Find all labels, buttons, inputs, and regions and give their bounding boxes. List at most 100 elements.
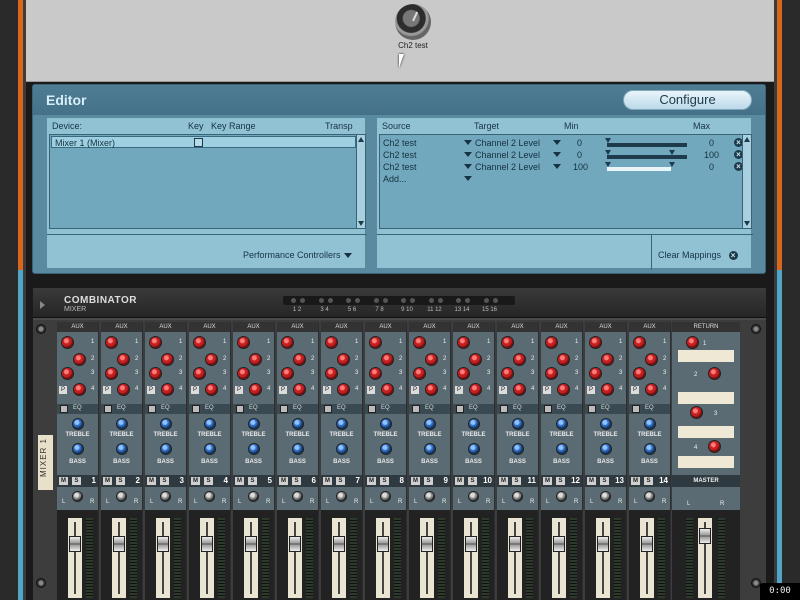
aux-send-knob[interactable] xyxy=(513,383,526,396)
eq-enable-button[interactable] xyxy=(148,405,156,413)
treble-knob[interactable] xyxy=(116,418,128,430)
source-dropdown-icon[interactable] xyxy=(464,152,472,157)
aux-pre-button[interactable]: P xyxy=(543,386,551,394)
mute-button[interactable]: M xyxy=(323,477,332,485)
bass-knob[interactable] xyxy=(336,443,348,455)
level-fader-track[interactable] xyxy=(332,518,346,598)
max-marker-icon[interactable] xyxy=(669,150,675,155)
level-fader-handle[interactable] xyxy=(377,536,389,552)
aux-send-knob[interactable] xyxy=(205,353,218,366)
aux-send-knob[interactable] xyxy=(369,336,382,349)
aux-send-knob[interactable] xyxy=(413,367,426,380)
mute-button[interactable]: M xyxy=(499,477,508,485)
solo-button[interactable]: S xyxy=(72,477,81,485)
aux-send-knob[interactable] xyxy=(205,383,218,396)
mute-button[interactable]: M xyxy=(103,477,112,485)
aux-send-knob[interactable] xyxy=(161,383,174,396)
level-fader-track[interactable] xyxy=(112,518,126,598)
level-fader-track[interactable] xyxy=(508,518,522,598)
treble-knob[interactable] xyxy=(160,418,172,430)
eq-enable-button[interactable] xyxy=(280,405,288,413)
bass-knob[interactable] xyxy=(116,443,128,455)
treble-knob[interactable] xyxy=(468,418,480,430)
aux-send-knob[interactable] xyxy=(601,353,614,366)
aux-send-knob[interactable] xyxy=(325,367,338,380)
aux-send-knob[interactable] xyxy=(645,383,658,396)
target-dropdown-icon[interactable] xyxy=(553,140,561,145)
aux-send-knob[interactable] xyxy=(457,367,470,380)
aux-pre-button[interactable]: P xyxy=(103,386,111,394)
aux-send-knob[interactable] xyxy=(337,353,350,366)
aux-send-knob[interactable] xyxy=(293,353,306,366)
aux-pre-button[interactable]: P xyxy=(499,386,507,394)
pan-knob[interactable] xyxy=(292,491,303,502)
level-fader-track[interactable] xyxy=(200,518,214,598)
aux-send-knob[interactable] xyxy=(193,367,206,380)
mapping-row[interactable]: Ch2 test Channel 2 Level 100 0 × xyxy=(383,161,743,173)
treble-knob[interactable] xyxy=(336,418,348,430)
pan-knob[interactable] xyxy=(380,491,391,502)
return-2-knob[interactable] xyxy=(708,367,721,380)
level-fader-handle[interactable] xyxy=(113,536,125,552)
aux-pre-button[interactable]: P xyxy=(455,386,463,394)
mapping-source[interactable]: Ch2 test xyxy=(383,161,417,173)
treble-knob[interactable] xyxy=(644,418,656,430)
level-fader-handle[interactable] xyxy=(509,536,521,552)
eq-enable-button[interactable] xyxy=(456,405,464,413)
solo-button[interactable]: S xyxy=(292,477,301,485)
level-fader-handle[interactable] xyxy=(201,536,213,552)
bass-knob[interactable] xyxy=(644,443,656,455)
bass-knob[interactable] xyxy=(248,443,260,455)
level-fader-handle[interactable] xyxy=(421,536,433,552)
pan-knob[interactable] xyxy=(512,491,523,502)
aux-send-knob[interactable] xyxy=(249,383,262,396)
aux-send-knob[interactable] xyxy=(557,383,570,396)
pan-knob[interactable] xyxy=(116,491,127,502)
pan-knob[interactable] xyxy=(600,491,611,502)
device-list[interactable]: Mixer 1 (Mixer) xyxy=(49,134,366,229)
aux-pre-button[interactable]: P xyxy=(323,386,331,394)
aux-send-knob[interactable] xyxy=(73,383,86,396)
mapping-list-scrollbar[interactable] xyxy=(742,135,751,228)
level-fader-track[interactable] xyxy=(288,518,302,598)
mapping-target[interactable]: Channel 2 Level xyxy=(475,149,540,161)
aux-send-knob[interactable] xyxy=(633,367,646,380)
aux-pre-button[interactable]: P xyxy=(631,386,639,394)
solo-button[interactable]: S xyxy=(556,477,565,485)
aux-pre-button[interactable]: P xyxy=(235,386,243,394)
mute-button[interactable]: M xyxy=(147,477,156,485)
return-4-knob[interactable] xyxy=(708,440,721,453)
solo-button[interactable]: S xyxy=(116,477,125,485)
bass-knob[interactable] xyxy=(600,443,612,455)
aux-send-knob[interactable] xyxy=(337,383,350,396)
add-dropdown-icon[interactable] xyxy=(464,176,472,181)
eq-enable-button[interactable] xyxy=(500,405,508,413)
aux-send-knob[interactable] xyxy=(633,336,646,349)
level-fader-handle[interactable] xyxy=(245,536,257,552)
device-row-mixer-1[interactable]: Mixer 1 (Mixer) xyxy=(51,136,356,148)
treble-knob[interactable] xyxy=(72,418,84,430)
solo-button[interactable]: S xyxy=(468,477,477,485)
aux-send-knob[interactable] xyxy=(117,383,130,396)
mute-button[interactable]: M xyxy=(279,477,288,485)
max-marker-icon[interactable] xyxy=(669,162,675,167)
aux-send-knob[interactable] xyxy=(469,353,482,366)
pan-knob[interactable] xyxy=(336,491,347,502)
target-dropdown-icon[interactable] xyxy=(553,164,561,169)
eq-enable-button[interactable] xyxy=(632,405,640,413)
bass-knob[interactable] xyxy=(380,443,392,455)
bass-knob[interactable] xyxy=(512,443,524,455)
mapping-row[interactable]: Ch2 test Channel 2 Level 0 0 × xyxy=(383,137,743,149)
mute-button[interactable]: M xyxy=(235,477,244,485)
aux-send-knob[interactable] xyxy=(105,336,118,349)
aux-send-knob[interactable] xyxy=(61,367,74,380)
solo-button[interactable]: S xyxy=(160,477,169,485)
mute-button[interactable]: M xyxy=(631,477,640,485)
aux-send-knob[interactable] xyxy=(425,383,438,396)
aux-send-knob[interactable] xyxy=(237,367,250,380)
aux-send-knob[interactable] xyxy=(149,336,162,349)
pan-knob[interactable] xyxy=(204,491,215,502)
mute-button[interactable]: M xyxy=(411,477,420,485)
ch2-test-rotary-knob[interactable] xyxy=(395,4,431,40)
aux-send-knob[interactable] xyxy=(545,336,558,349)
